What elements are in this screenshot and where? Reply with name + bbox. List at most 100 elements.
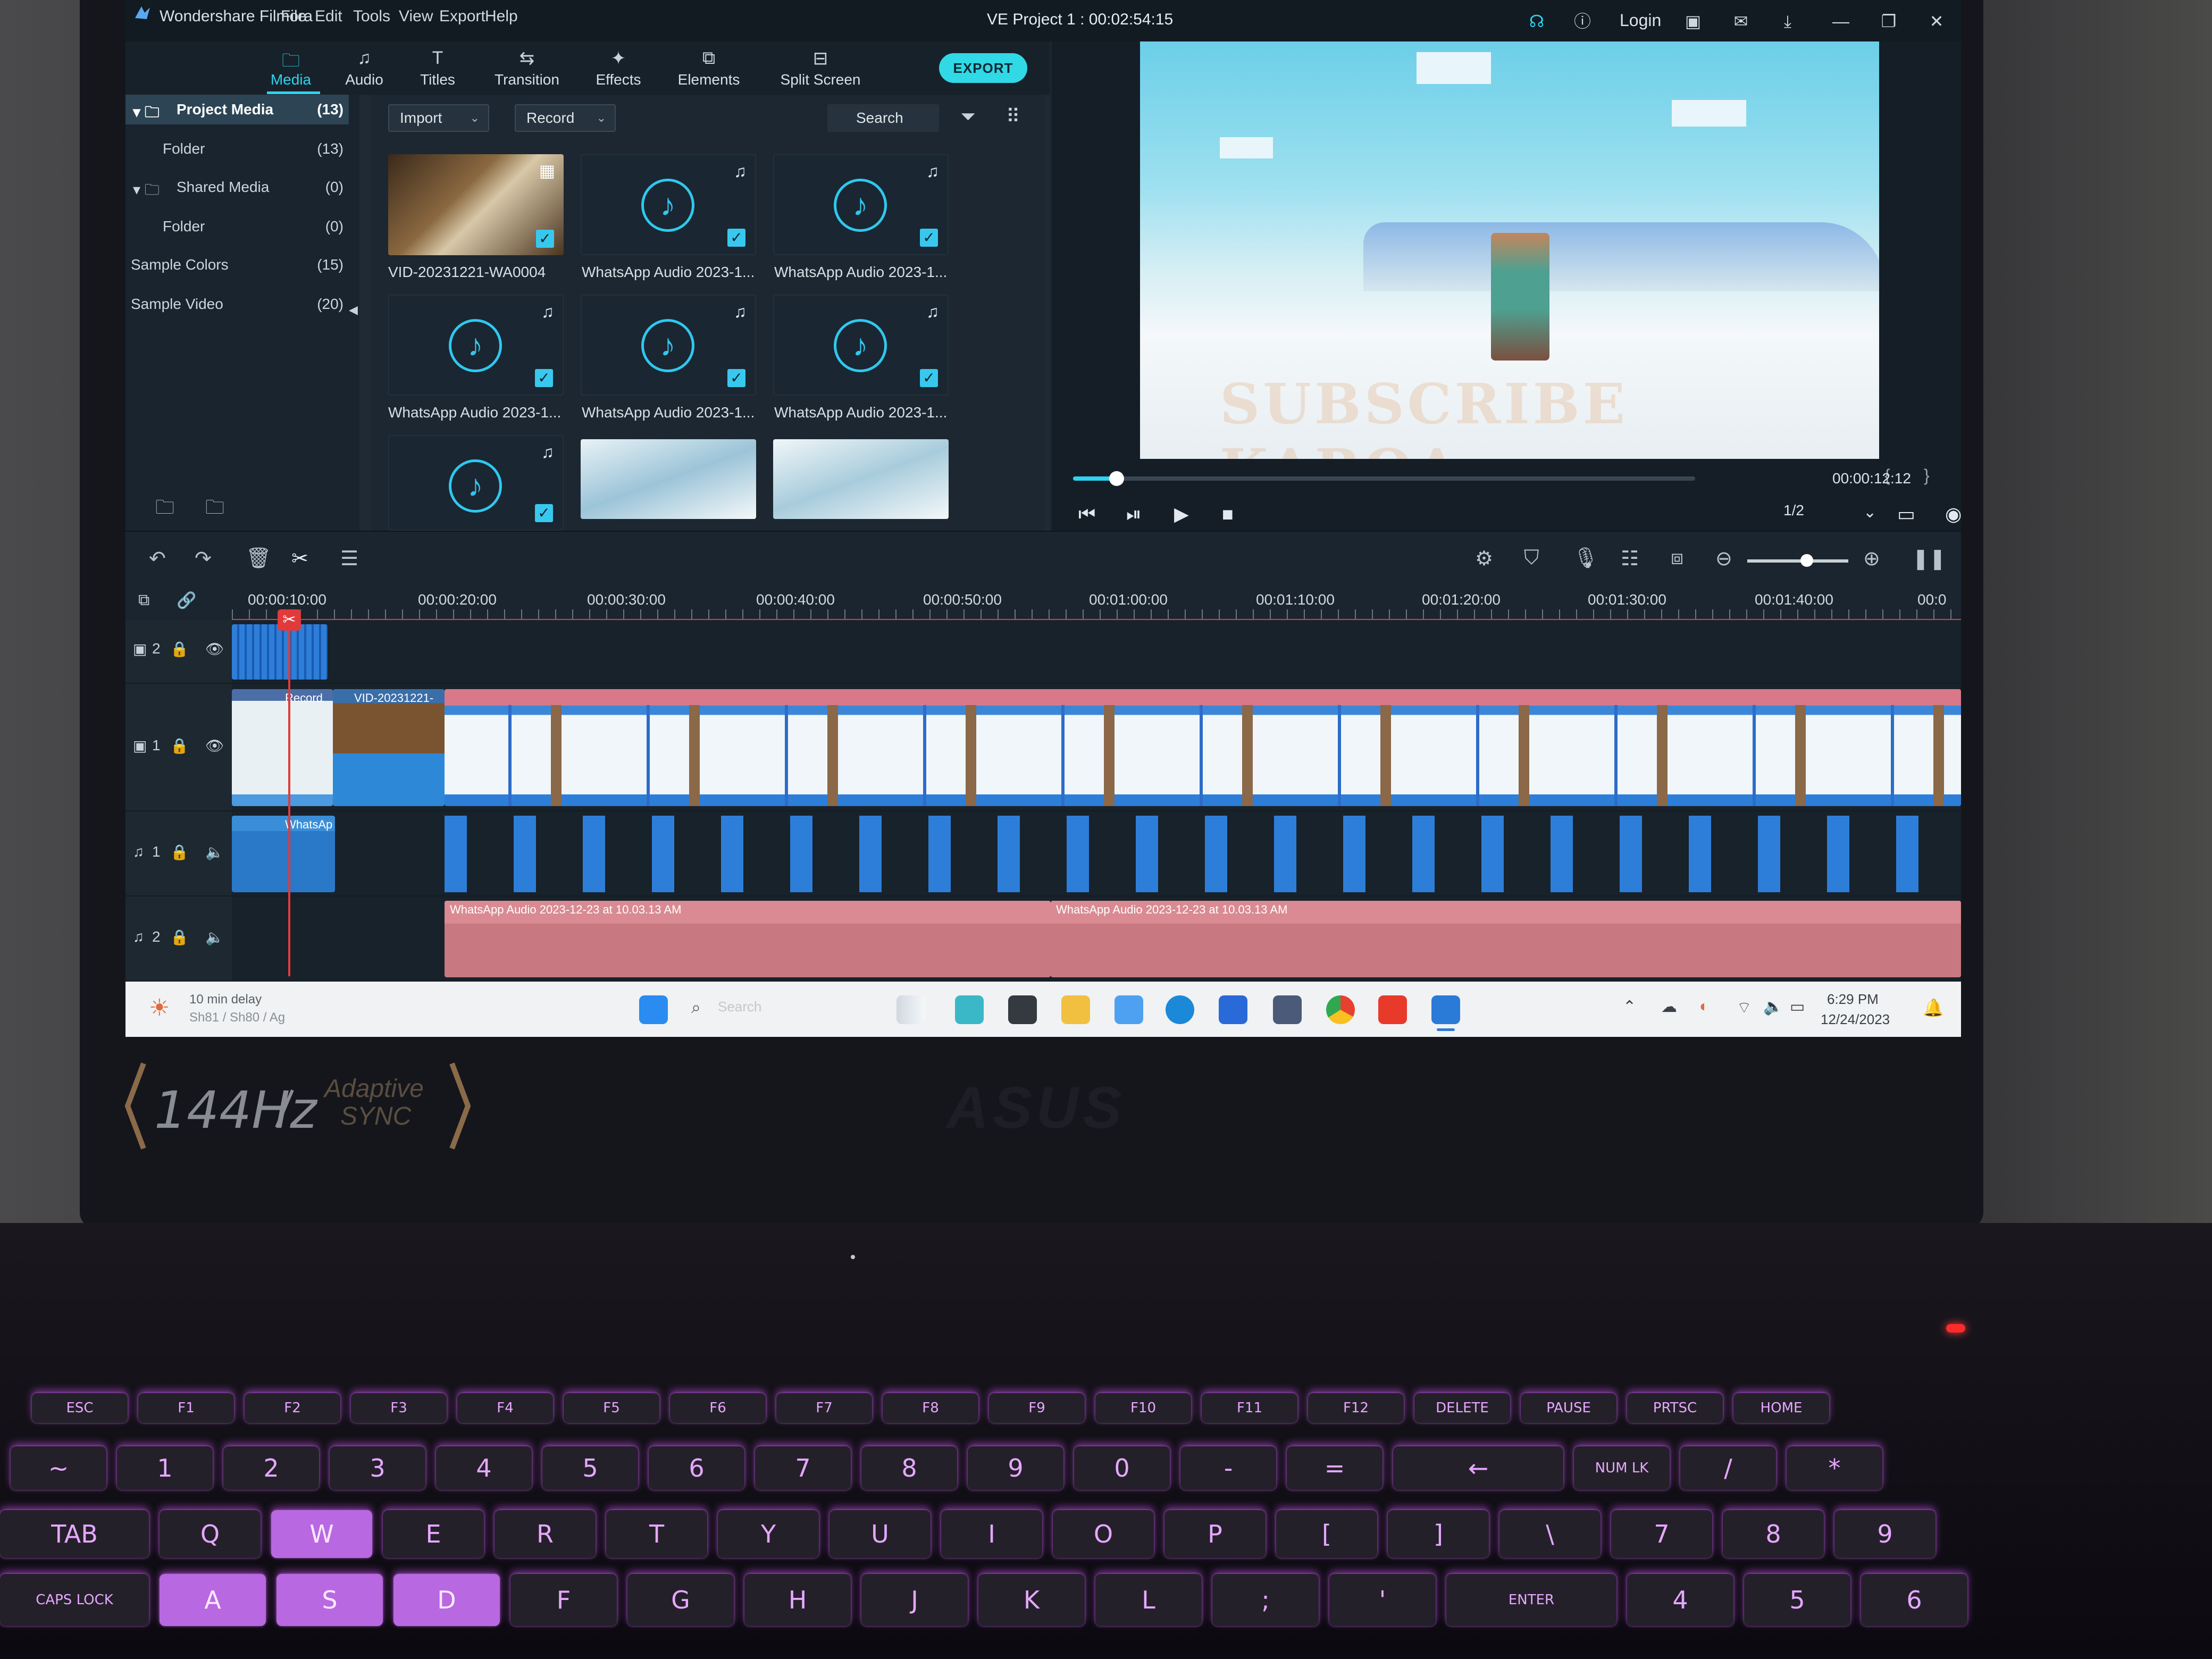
media-thumb-video[interactable]: ▦ ✓ — [388, 154, 564, 255]
scissors-icon[interactable]: ✂ — [291, 547, 308, 571]
tree-item-sample-colors[interactable]: Sample Colors (15) — [125, 250, 349, 280]
track-video-2[interactable] — [232, 620, 1961, 684]
checkbox-icon[interactable]: ✓ — [535, 369, 553, 387]
display-icon[interactable]: ▭ — [1897, 503, 1915, 525]
eye-icon[interactable]: 👁 — [205, 640, 224, 658]
tree-item-project-media[interactable]: ▾ 🗀 Project Media (13) — [125, 95, 349, 124]
zoom-slider-knob[interactable] — [1800, 554, 1813, 567]
grid-view-icon[interactable]: ⠿ — [1006, 105, 1020, 128]
weather-status[interactable]: 10 min delay — [189, 992, 262, 1007]
voiceover-icon[interactable]: ☷ — [1621, 547, 1639, 571]
lock-icon[interactable]: 🔒 — [170, 640, 189, 658]
edge-icon[interactable] — [1166, 995, 1194, 1024]
filmora-icon[interactable] — [1431, 995, 1460, 1024]
playhead[interactable] — [288, 615, 290, 976]
lock-icon[interactable]: 🔒 — [170, 928, 189, 946]
audio-clip[interactable]: WhatsApp Audio 2023-12-23 at 10.03.13 AM — [445, 901, 1051, 977]
search-input[interactable]: Search — [827, 104, 939, 132]
filter-icon[interactable]: ⏷ — [960, 105, 976, 128]
tray-app-icon[interactable]: ◐ — [1699, 998, 1709, 1016]
youtube-icon[interactable] — [1378, 995, 1407, 1024]
chevron-down-icon[interactable]: ⌄ — [1863, 503, 1876, 522]
scrubber-knob[interactable] — [1109, 471, 1124, 486]
zoom-slider[interactable] — [1747, 559, 1848, 563]
tree-item-sample-video[interactable]: Sample Video (20) — [125, 289, 349, 319]
media-thumb-audio[interactable]: ♪ ♫ ✓ — [773, 154, 949, 255]
media-thumb-audio[interactable]: ♪ ♫ ✓ — [388, 295, 564, 396]
minimize-icon[interactable]: — — [1831, 12, 1850, 31]
weather-icon[interactable]: ☀ — [149, 994, 170, 1021]
media-thumb-audio[interactable]: ♪ ♫ ✓ — [388, 435, 564, 531]
speaker-icon[interactable]: 🔈 — [205, 928, 224, 946]
store-icon[interactable] — [1219, 995, 1247, 1024]
lock-icon[interactable]: 🔒 — [170, 737, 189, 755]
collapse-panel-icon[interactable]: ◀ — [349, 303, 358, 317]
previous-frame-icon[interactable]: ⏮ — [1078, 503, 1095, 526]
media-thumb-video[interactable] — [581, 439, 756, 519]
app-icon[interactable] — [1273, 995, 1302, 1024]
scissors-icon[interactable]: ✂ — [278, 609, 301, 631]
tab-media[interactable]: 🗀 Media — [251, 41, 331, 95]
menu-export[interactable]: Export — [439, 7, 485, 26]
record-dropdown[interactable]: Record ⌄ — [515, 104, 616, 132]
app-icon[interactable] — [1008, 995, 1037, 1024]
restore-icon[interactable]: ❐ — [1879, 12, 1898, 31]
close-icon[interactable]: ✕ — [1927, 12, 1946, 31]
checkbox-icon[interactable]: ✓ — [727, 369, 745, 387]
checkbox-icon[interactable]: ✓ — [535, 504, 553, 522]
menu-edit[interactable]: Edit — [315, 7, 342, 26]
battery-icon[interactable]: ▭ — [1790, 998, 1805, 1016]
tree-item-shared-media[interactable]: ▾ 🗀 Shared Media (0) — [125, 172, 349, 202]
pause-icon[interactable]: ❚❚ — [1912, 547, 1946, 571]
eye-icon[interactable]: 👁 — [205, 737, 224, 755]
media-thumb-audio[interactable]: ♪ ♫ ✓ — [581, 295, 756, 396]
menu-view[interactable]: View — [399, 7, 433, 26]
lock-icon[interactable]: 🔒 — [170, 843, 189, 861]
tree-item-folder[interactable]: Folder (13) — [125, 134, 349, 164]
windows-start-icon[interactable] — [639, 995, 668, 1024]
audio-clip[interactable]: WhatsApp Audio 2023-12-23 at 10.03.13 AM — [1051, 901, 1961, 977]
taskbar-search[interactable]: Search — [718, 999, 761, 1015]
redo-icon[interactable]: ↷ — [195, 547, 212, 571]
cloud-icon[interactable]: ☁ — [1661, 998, 1677, 1016]
playback-quality-select[interactable]: 1/2 — [1783, 502, 1842, 525]
import-dropdown[interactable]: Import ⌄ — [388, 104, 489, 132]
tab-elements[interactable]: ⧉ Elements — [669, 41, 749, 95]
tab-effects[interactable]: ✦ Effects — [579, 41, 658, 95]
microphone-icon[interactable]: 🎙 — [1573, 547, 1598, 570]
download-icon[interactable]: ⤓ — [1778, 12, 1797, 31]
tab-split-screen[interactable]: ⊟ Split Screen — [775, 41, 866, 95]
search-icon[interactable]: ⌕ — [691, 998, 701, 1018]
menu-tools[interactable]: Tools — [353, 7, 390, 26]
audio-clip[interactable]: WhatsAp — [232, 816, 335, 892]
play-icon[interactable]: ▶ — [1174, 503, 1189, 525]
export-button[interactable]: EXPORT — [939, 53, 1027, 83]
media-thumb-audio[interactable]: ♪ ♫ ✓ — [581, 154, 756, 255]
support-icon[interactable]: ☊ — [1527, 12, 1546, 31]
play-frame-icon[interactable]: ⏯ — [1126, 503, 1142, 526]
tab-audio[interactable]: ♫ Audio — [324, 41, 404, 95]
wifi-icon[interactable]: ⌔ — [1737, 998, 1752, 1018]
track-video-1[interactable]: Record VID-20231221- — [232, 684, 1961, 811]
tab-transition[interactable]: ⇆ Transition — [487, 41, 567, 95]
app-icon[interactable] — [1115, 995, 1143, 1024]
menu-help[interactable]: Help — [485, 7, 518, 26]
video-clip[interactable] — [232, 624, 328, 680]
checkbox-icon[interactable]: ✓ — [920, 369, 938, 387]
taskbar-clock[interactable]: 6:29 PM — [1827, 991, 1879, 1008]
media-thumb-audio[interactable]: ♪ ♫ ✓ — [773, 295, 949, 396]
widget-icon[interactable] — [896, 995, 925, 1024]
snapshot-icon[interactable]: ⧈ — [1671, 547, 1683, 569]
chrome-icon[interactable] — [1326, 995, 1355, 1024]
timeline-ruler[interactable]: ⧉ 🔗 00:00:10:00 00:00:20:00 00:00:30:00 … — [125, 582, 1961, 621]
add-track-icon[interactable]: ⧉ — [138, 591, 149, 609]
preview-scrubber[interactable] — [1073, 476, 1695, 481]
speaker-icon[interactable]: 🔈 — [205, 843, 224, 861]
marker-icon[interactable]: ⛉ — [1524, 547, 1539, 569]
track-audio-2[interactable]: WhatsApp Audio 2023-12-23 at 10.03.13 AM… — [232, 896, 1961, 982]
video-preview[interactable]: SUBSCRIBE KAROA — [1140, 41, 1879, 459]
tree-item-folder[interactable]: Folder (0) — [125, 212, 349, 241]
zoom-in-icon[interactable]: ⊕ — [1863, 547, 1880, 571]
file-explorer-icon[interactable] — [1061, 995, 1090, 1024]
folder-icon[interactable]: 🗀 — [205, 493, 224, 526]
